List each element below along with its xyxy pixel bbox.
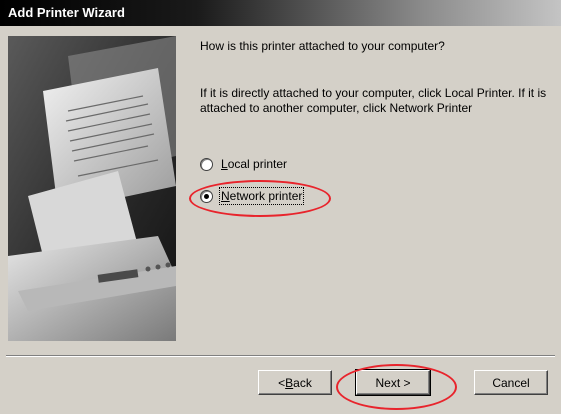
back-prefix: < [278, 375, 286, 390]
local-printer-label[interactable]: Local printer [221, 157, 287, 171]
back-button[interactable]: < Back [258, 370, 332, 395]
printer-illustration [8, 36, 176, 341]
button-separator [6, 355, 555, 357]
network-printer-radio[interactable] [200, 189, 213, 203]
title-bar: Add Printer Wizard [0, 0, 561, 26]
network-printer-label[interactable]: Network printer [218, 187, 305, 205]
back-label-rest: ack [293, 375, 312, 390]
next-button[interactable]: Next > [355, 369, 431, 396]
window-title: Add Printer Wizard [8, 5, 125, 20]
instruction-text: If it is directly attached to your compu… [200, 86, 547, 115]
local-printer-label-rest: ocal printer [227, 157, 288, 171]
back-mnemonic: B [285, 375, 294, 390]
network-printer-mnemonic: N [221, 189, 230, 203]
cancel-button[interactable]: Cancel [474, 370, 548, 395]
network-printer-label-rest: etwork printer [229, 189, 303, 203]
local-printer-option[interactable]: Local printer [200, 155, 287, 173]
question-text: How is this printer attached to your com… [200, 39, 445, 53]
local-printer-radio[interactable] [200, 157, 213, 171]
network-printer-option[interactable]: Network printer [200, 187, 305, 205]
local-printer-mnemonic: L [221, 157, 228, 171]
